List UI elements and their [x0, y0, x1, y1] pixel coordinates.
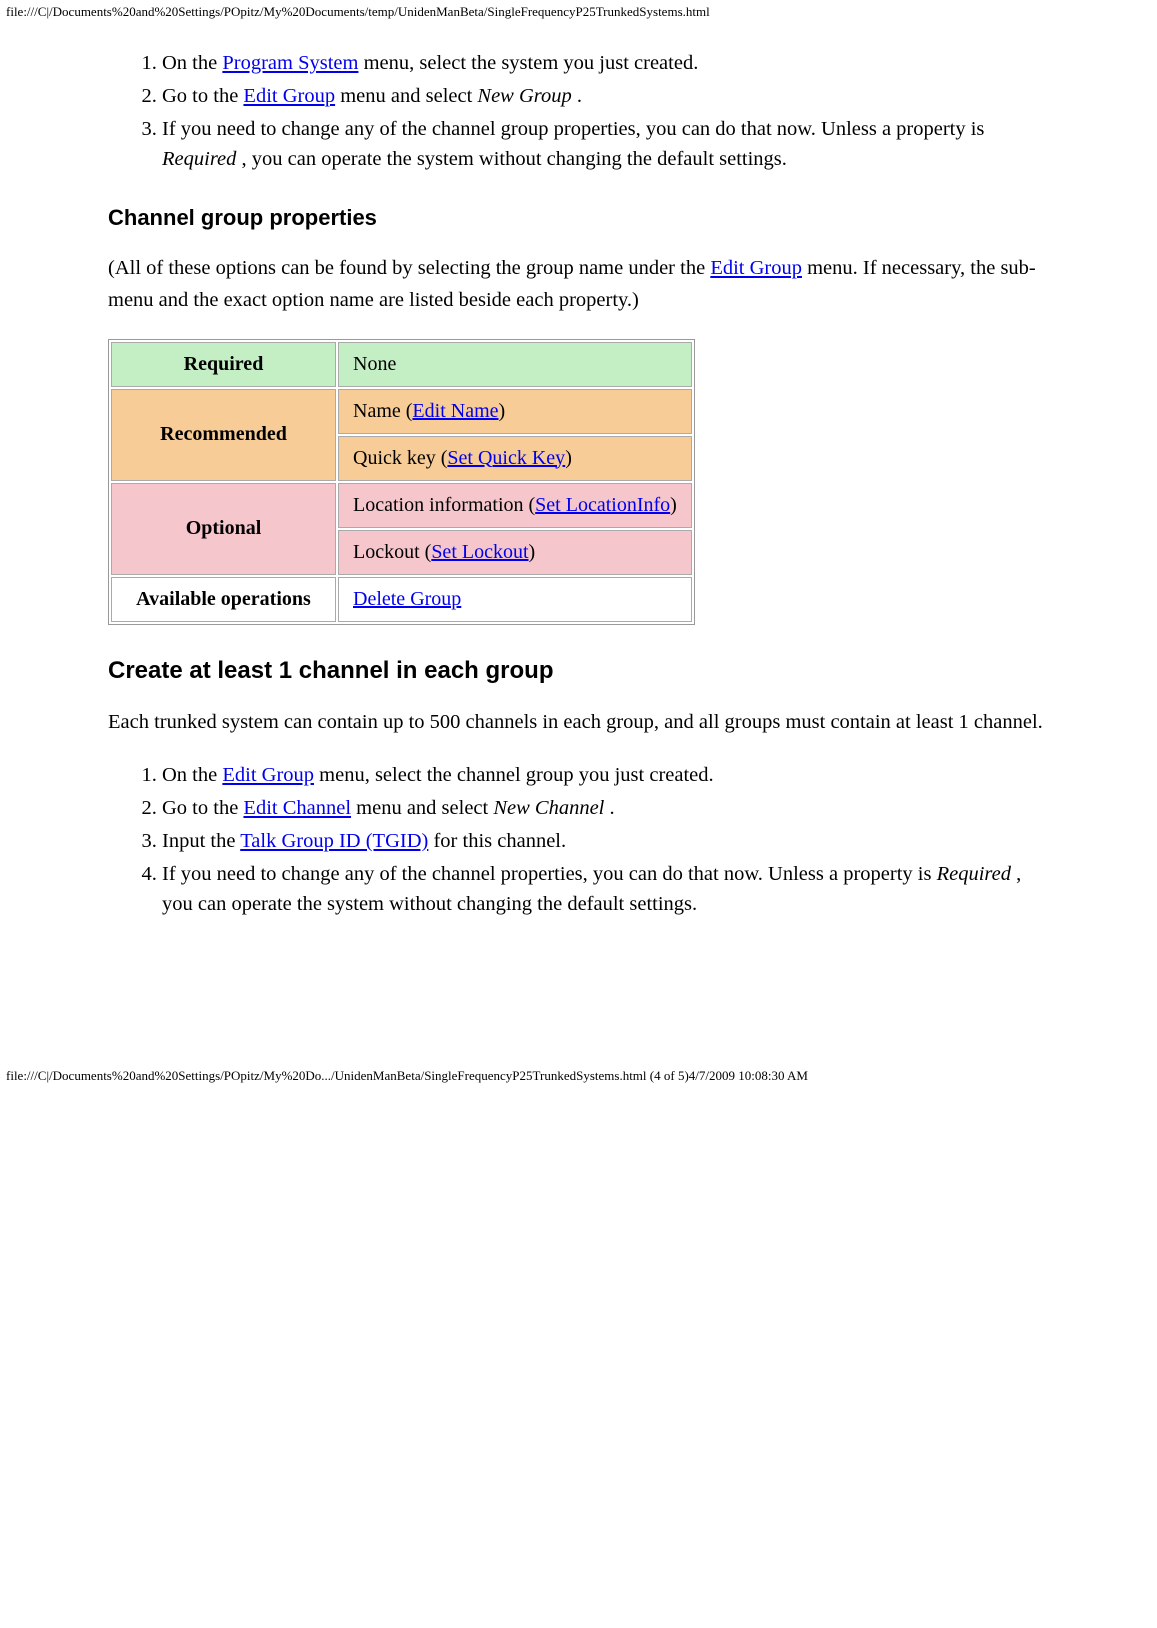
list-item: Go to the Edit Group menu and select New… [162, 81, 1049, 112]
recommended-label: Recommended [111, 389, 336, 481]
table-row: Optional Location information (Set Locat… [111, 483, 692, 528]
delete-group-link[interactable]: Delete Group [353, 588, 461, 610]
edit-group-link[interactable]: Edit Group [710, 257, 802, 279]
list-item: On the Program System menu, select the s… [162, 48, 1049, 79]
table-row: Available operations Delete Group [111, 577, 692, 622]
list-item: Go to the Edit Channel menu and select N… [162, 793, 1049, 824]
program-system-link[interactable]: Program System [222, 52, 358, 74]
required-value: None [338, 342, 692, 387]
optional-lockout-cell: Lockout (Set Lockout) [338, 530, 692, 575]
recommended-name-cell: Name (Edit Name) [338, 389, 692, 434]
create-channel-paragraph: Each trunked system can contain up to 50… [108, 707, 1049, 739]
properties-table: Required None Recommended Name (Edit Nam… [108, 339, 695, 625]
set-locationinfo-link[interactable]: Set LocationInfo [535, 494, 670, 516]
edit-group-link[interactable]: Edit Group [243, 85, 335, 107]
set-quick-key-link[interactable]: Set Quick Key [447, 447, 565, 469]
table-row: Required None [111, 342, 692, 387]
footer-url-path: file:///C|/Documents%20and%20Settings/PO… [0, 1060, 1157, 1090]
edit-name-link[interactable]: Edit Name [412, 400, 498, 422]
list-item: If you need to change any of the channel… [162, 859, 1049, 921]
available-operations-label: Available operations [111, 577, 336, 622]
steps-list-2: On the Edit Group menu, select the chann… [108, 760, 1049, 920]
available-operations-cell: Delete Group [338, 577, 692, 622]
list-item: On the Edit Group menu, select the chann… [162, 760, 1049, 791]
channel-group-properties-heading: Channel group properties [108, 205, 1049, 231]
create-channel-heading: Create at least 1 channel in each group [108, 657, 1049, 685]
steps-list-1: On the Program System menu, select the s… [108, 48, 1049, 175]
edit-group-link[interactable]: Edit Group [222, 764, 314, 786]
optional-location-cell: Location information (Set LocationInfo) [338, 483, 692, 528]
header-url-path: file:///C|/Documents%20and%20Settings/PO… [6, 0, 1157, 24]
talk-group-id-link[interactable]: Talk Group ID (TGID) [240, 830, 428, 852]
table-row: Recommended Name (Edit Name) [111, 389, 692, 434]
channel-group-properties-paragraph: (All of these options can be found by se… [108, 253, 1049, 317]
list-item: If you need to change any of the channel… [162, 114, 1049, 176]
optional-label: Optional [111, 483, 336, 575]
edit-channel-link[interactable]: Edit Channel [243, 797, 351, 819]
recommended-quickkey-cell: Quick key (Set Quick Key) [338, 436, 692, 481]
required-label: Required [111, 342, 336, 387]
list-item: Input the Talk Group ID (TGID) for this … [162, 826, 1049, 857]
set-lockout-link[interactable]: Set Lockout [431, 541, 528, 563]
